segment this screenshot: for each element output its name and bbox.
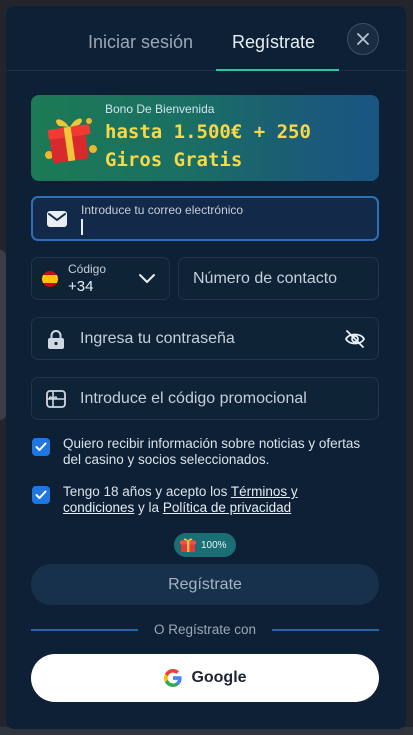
tab-login[interactable]: Iniciar sesión xyxy=(88,32,193,53)
email-field[interactable]: Introduce tu correo electrónico xyxy=(31,196,379,241)
checkmark-icon xyxy=(35,490,47,499)
register-button[interactable]: Regístrate xyxy=(31,564,379,605)
register-modal: Iniciar sesión Regístrate Bono De Bienve… xyxy=(6,6,406,729)
terms-consent: Tengo 18 años y acepto los Términos y co… xyxy=(32,484,372,518)
terms-prefix: Tengo 18 años y acepto los xyxy=(63,484,231,499)
terms-consent-text: Tengo 18 años y acepto los Términos y co… xyxy=(63,484,363,516)
bonus-label: Bono De Bienvenida xyxy=(105,102,215,116)
chevron-down-icon xyxy=(139,274,155,283)
divider-line-right xyxy=(272,629,379,631)
password-placeholder: Ingresa tu contraseña xyxy=(80,330,235,347)
privacy-link[interactable]: Política de privacidad xyxy=(163,500,291,515)
auth-tabs: Iniciar sesión Regístrate xyxy=(6,6,406,71)
news-checkbox[interactable] xyxy=(32,438,50,456)
social-divider: O Regístrate con xyxy=(31,621,379,639)
lock-icon xyxy=(48,330,64,349)
tab-register[interactable]: Regístrate xyxy=(232,32,315,53)
gift-icon xyxy=(180,538,196,552)
eye-off-icon[interactable] xyxy=(344,328,366,350)
gift-box-icon xyxy=(45,118,97,163)
terms-checkbox[interactable] xyxy=(32,486,50,504)
active-tab-indicator xyxy=(216,69,339,71)
welcome-bonus-banner: Bono De Bienvenida hasta 1.500€ + 250 Gi… xyxy=(31,95,379,181)
country-code-select[interactable]: Código +34 xyxy=(31,257,170,300)
progress-badge: 100% xyxy=(174,533,236,557)
bonus-title: hasta 1.500€ + 250 Giros Gratis xyxy=(105,121,311,171)
news-consent-text: Quiero recibir información sobre noticia… xyxy=(63,436,361,467)
text-caret xyxy=(81,219,83,235)
promo-placeholder: Introduce el código promocional xyxy=(80,390,307,407)
password-field[interactable]: Ingresa tu contraseña xyxy=(31,317,379,360)
news-consent: Quiero recibir información sobre noticia… xyxy=(32,436,372,470)
promo-card-icon xyxy=(46,390,66,408)
close-button[interactable] xyxy=(347,23,379,55)
envelope-icon xyxy=(47,211,67,227)
phone-placeholder: Número de contacto xyxy=(193,270,338,287)
phone-field[interactable]: Número de contacto xyxy=(178,257,379,300)
progress-value: 100% xyxy=(201,539,227,551)
close-icon xyxy=(357,33,369,45)
google-logo-icon xyxy=(164,669,183,687)
checkmark-icon xyxy=(35,442,47,451)
tab-divider xyxy=(6,70,406,71)
google-button-label: Google xyxy=(191,669,247,686)
google-signin-button[interactable]: Google xyxy=(31,654,379,702)
promo-code-field[interactable]: Introduce el código promocional xyxy=(31,377,379,420)
terms-middle: y la xyxy=(134,500,163,515)
email-label: Introduce tu correo electrónico xyxy=(81,203,244,217)
country-code-value: +34 xyxy=(68,278,94,295)
country-code-label: Código xyxy=(68,262,107,276)
spain-flag-icon xyxy=(42,271,58,287)
